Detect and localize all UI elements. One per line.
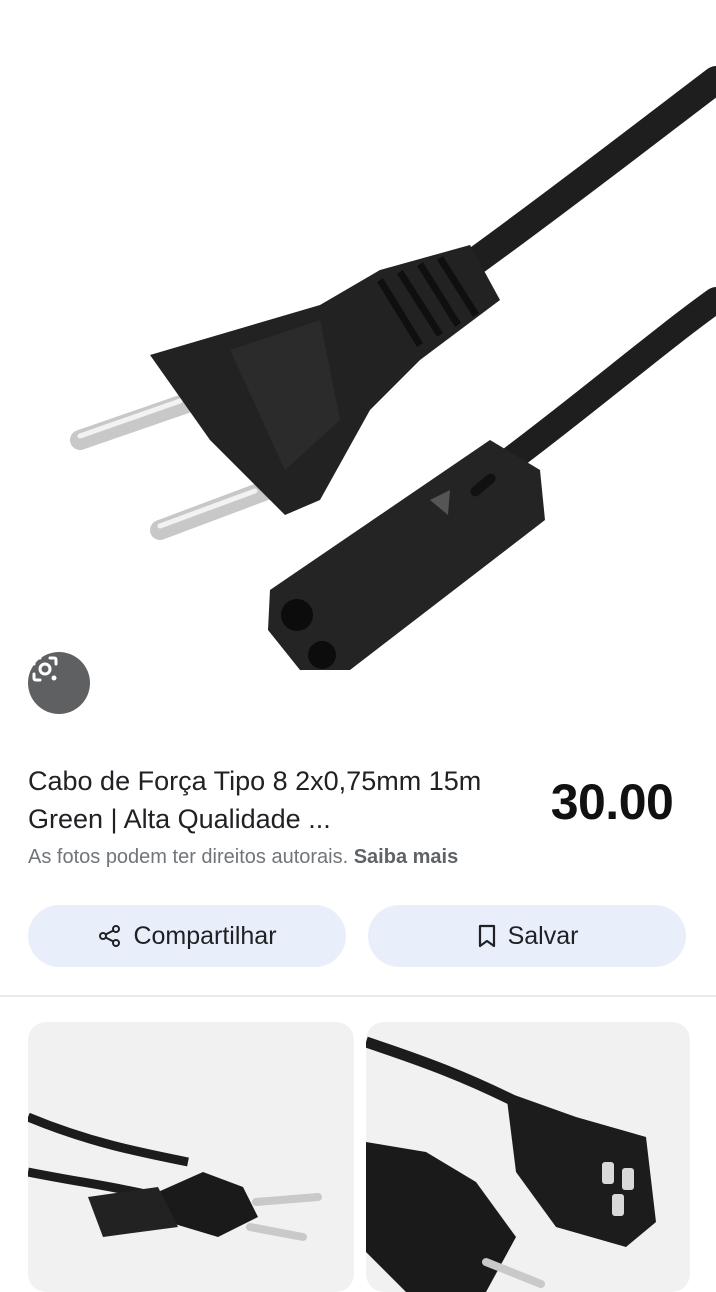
copyright-text: As fotos podem ter direitos autorais. — [28, 846, 349, 868]
share-label: Compartilhar — [133, 921, 277, 950]
lens-icon — [32, 656, 58, 682]
product-image[interactable] — [0, 0, 716, 740]
share-icon — [99, 925, 121, 947]
divider — [0, 995, 716, 997]
cable-thumbnail-2 — [366, 1036, 656, 1292]
share-button[interactable]: Compartilhar — [28, 905, 346, 967]
save-label: Salvar — [507, 921, 579, 950]
lens-search-button[interactable] — [28, 652, 90, 714]
copyright-notice: As fotos podem ter direitos autorais. Sa… — [28, 846, 458, 869]
power-cable-photo — [70, 66, 716, 670]
product-price: 30.00 — [550, 774, 674, 830]
related-image-1[interactable] — [28, 1022, 354, 1292]
save-button[interactable]: Salvar — [368, 905, 686, 967]
cable-thumbnail-1 — [28, 1112, 322, 1241]
related-image-2[interactable] — [366, 1022, 690, 1292]
bookmark-icon — [478, 924, 495, 948]
learn-more-link[interactable]: Saiba mais — [354, 846, 459, 868]
product-title[interactable]: Cabo de Força Tipo 8 2x0,75mm 15m Green … — [28, 762, 508, 838]
